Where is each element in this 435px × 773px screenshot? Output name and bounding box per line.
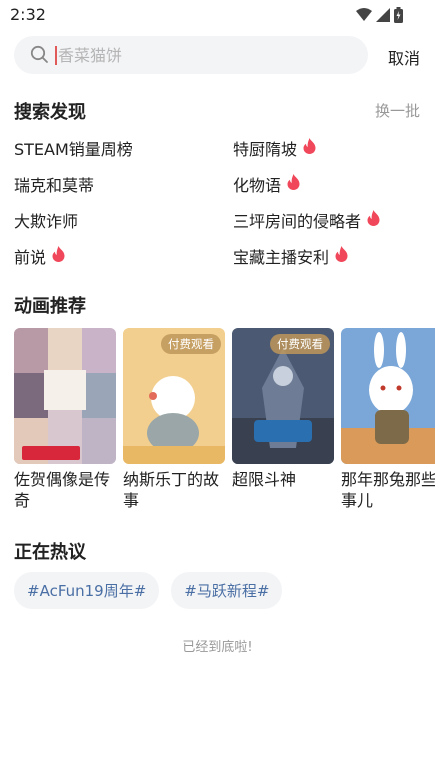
paid-badge: 付费观看 [270,334,330,354]
discover-title: 搜索发现 [14,102,86,123]
anime-section-title: 动画推荐 [14,296,86,317]
trending-tag[interactable]: #马跃新程# [171,572,283,609]
battery-icon [394,7,403,23]
anime-card[interactable]: 付费观看 纳斯乐丁的故事 [123,328,225,511]
discover-item[interactable]: 三坪房间的侵略者 [233,208,380,232]
search-input[interactable] [58,36,348,74]
trending-tags: #AcFun19周年# #马跃新程# [14,572,283,609]
discover-item[interactable]: 特厨隋坡 [233,136,316,160]
trending-title: 正在热议 [14,542,86,563]
status-icons [356,7,403,23]
anime-poster[interactable] [341,328,435,464]
discover-item-label: 瑞克和莫蒂 [14,176,95,195]
anime-carousel[interactable]: 佐贺偶像是传奇 付费观看 纳斯乐丁的故事 付费观看 超限斗神 那年那兔那些事儿 [14,328,435,528]
cancel-button[interactable]: 取消 [388,45,420,69]
anime-poster[interactable] [14,328,116,464]
status-bar: 2:32 [0,0,435,30]
discover-item-label: 大欺诈师 [14,212,79,231]
search-box[interactable] [14,36,368,74]
discover-item[interactable]: 瑞克和莫蒂 [14,172,94,196]
anime-card[interactable]: 那年那兔那些事儿 [341,328,435,511]
discover-item-label: 宝藏主播安利 [233,248,330,267]
hot-fire-icon [303,138,316,158]
discover-item[interactable]: STEAM销量周榜 [14,136,133,160]
wifi-icon [356,8,372,21]
discover-item-label: 三坪房间的侵略者 [233,212,362,231]
search-bar: 取消 [14,36,424,76]
discover-item-label: 特厨隋坡 [233,140,298,159]
hot-fire-icon [52,246,65,266]
discover-item-label: 化物语 [233,176,282,195]
hot-fire-icon [335,246,348,266]
discover-item[interactable]: 宝藏主播安利 [233,244,348,268]
anime-poster[interactable]: 付费观看 [232,328,334,464]
anime-title[interactable]: 纳斯乐丁的故事 [123,469,229,511]
discover-item[interactable]: 前说 [14,244,65,268]
search-icon [30,45,48,63]
discover-item[interactable]: 大欺诈师 [14,208,78,232]
anime-card[interactable]: 佐贺偶像是传奇 [14,328,116,511]
signal-icon [376,8,390,22]
anime-title[interactable]: 佐贺偶像是传奇 [14,469,120,511]
anime-card[interactable]: 付费观看 超限斗神 [232,328,334,490]
discover-item-label: STEAM销量周榜 [14,140,133,159]
hot-fire-icon [367,210,380,230]
hot-fire-icon [287,174,300,194]
discover-item-label: 前说 [14,248,47,267]
anime-title[interactable]: 超限斗神 [232,469,338,490]
discover-item[interactable]: 化物语 [233,172,300,196]
end-of-list-note: 已经到底啦! [182,640,253,655]
anime-title[interactable]: 那年那兔那些事儿 [341,469,435,511]
status-time: 2:32 [10,5,46,24]
trending-tag[interactable]: #AcFun19周年# [14,572,160,609]
refresh-button[interactable]: 换一批 [375,100,420,121]
paid-badge: 付费观看 [161,334,221,354]
text-caret [55,46,57,65]
anime-poster[interactable]: 付费观看 [123,328,225,464]
